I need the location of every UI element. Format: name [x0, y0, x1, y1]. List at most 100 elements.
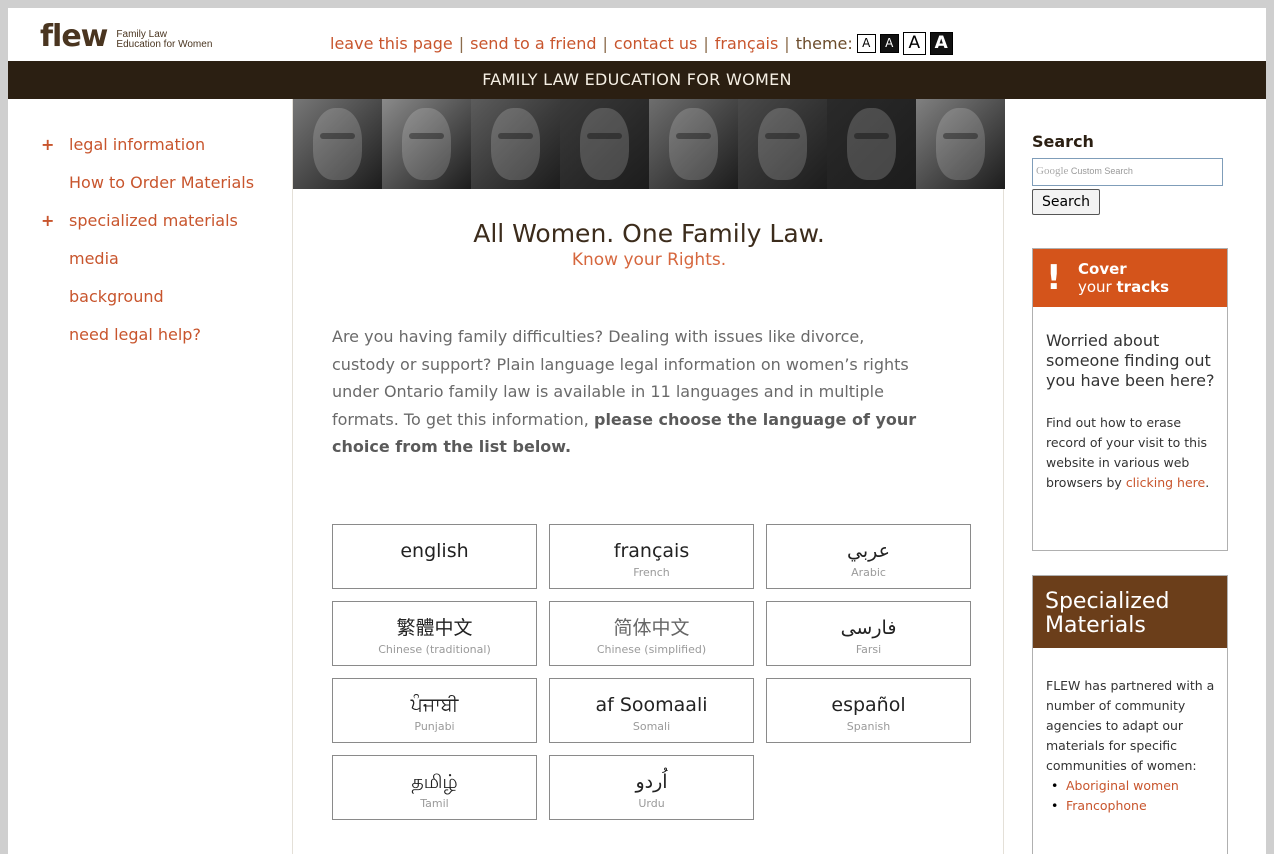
- separator: |: [458, 34, 465, 53]
- cover-tracks-subtitle: your tracks: [1078, 278, 1169, 296]
- separator: |: [602, 34, 608, 53]
- cover-tracks-title: Cover: [1078, 260, 1127, 278]
- language-english-name: Urdu: [638, 797, 665, 810]
- portrait-photo: [827, 99, 916, 189]
- language-english-name: Punjabi: [414, 720, 455, 733]
- theme-label: theme:: [795, 34, 853, 53]
- language-native-name: 繁體中文: [396, 617, 473, 639]
- hero-photo-strip: [293, 99, 1005, 189]
- language-option[interactable]: اُردو Urdu: [549, 755, 754, 820]
- language-option[interactable]: español Spanish: [766, 678, 971, 743]
- site-banner: FAMILY LAW EDUCATION FOR WOMEN: [8, 61, 1266, 99]
- nav-item-legal-information[interactable]: + legal information: [38, 132, 278, 158]
- language-option[interactable]: 简体中文 Chinese (simplified): [549, 601, 754, 666]
- tagline-title: All Women. One Family Law.: [473, 219, 825, 248]
- left-navigation: + legal information How to Order Materia…: [38, 132, 278, 360]
- nav-item-need-legal-help[interactable]: need legal help?: [38, 322, 278, 348]
- nav-item-how-to-order[interactable]: How to Order Materials: [38, 170, 278, 196]
- theme-small-dark-button[interactable]: A: [879, 34, 899, 53]
- cover-tracks-header: ! Cover your tracks: [1033, 249, 1227, 307]
- language-native-name: اُردو: [635, 771, 668, 793]
- language-english-name: Chinese (traditional): [378, 643, 491, 656]
- portrait-photo: [293, 99, 382, 189]
- tagline-subtitle: Know your Rights.: [571, 250, 727, 270]
- search-button[interactable]: Search: [1032, 189, 1100, 215]
- expand-plus-icon[interactable]: +: [41, 132, 54, 158]
- specialized-materials-list: Aboriginal women Francophone: [1046, 776, 1215, 816]
- language-english-name: Spanish: [846, 720, 891, 733]
- language-native-name: 简体中文: [613, 617, 690, 639]
- francais-link[interactable]: français: [715, 34, 779, 53]
- theme-small-light-button[interactable]: A: [856, 34, 876, 53]
- cover-tracks-desc-end: .: [1205, 475, 1210, 490]
- contact-us-link[interactable]: contact us: [614, 34, 697, 53]
- page: flew Family Law Education for Women leav…: [8, 8, 1266, 854]
- portrait-photo: [471, 99, 560, 189]
- language-native-name: فارسی: [840, 617, 897, 639]
- intro-paragraph: Are you having family difficulties? Deal…: [332, 323, 932, 461]
- top-navigation: leave this page | send to a friend | con…: [330, 32, 953, 55]
- theme-large-dark-button[interactable]: A: [929, 32, 953, 55]
- nav-item-label: specialized materials: [69, 211, 238, 230]
- specialized-materials-text: FLEW has partnered with a number of comm…: [1046, 678, 1215, 773]
- language-english-name: Tamil: [420, 797, 449, 810]
- clicking-here-link[interactable]: clicking here: [1126, 475, 1205, 490]
- cover-tracks-tracks: tracks: [1116, 278, 1170, 296]
- nav-item-media[interactable]: media: [38, 246, 278, 272]
- logo-word: flew: [40, 19, 108, 54]
- specialized-materials-title: Specialized Materials: [1033, 576, 1227, 648]
- search-input[interactable]: Google Custom Search: [1032, 158, 1223, 186]
- portrait-photo: [738, 99, 827, 189]
- search-placeholder: Custom Search: [1070, 166, 1133, 176]
- language-option[interactable]: af Soomaali Somali: [549, 678, 754, 743]
- language-native-name: español: [831, 694, 906, 716]
- language-english-name: Farsi: [855, 643, 882, 656]
- language-option[interactable]: français French: [549, 524, 754, 589]
- portrait-photo: [649, 99, 738, 189]
- main-content: All Women. One Family Law. Know your Rig…: [292, 99, 1005, 854]
- nav-item-label: background: [69, 287, 164, 306]
- language-option[interactable]: தமிழ் Tamil: [332, 755, 537, 820]
- flew-logo[interactable]: flew Family Law Education for Women: [40, 22, 212, 52]
- language-option[interactable]: فارسی Farsi: [766, 601, 971, 666]
- portrait-photo: [382, 99, 471, 189]
- language-native-name: af Soomaali: [595, 694, 708, 716]
- exclamation-icon: !: [1046, 258, 1062, 298]
- language-english-name: Chinese (simplified): [596, 643, 707, 656]
- nav-item-specialized-materials[interactable]: + specialized materials: [38, 208, 278, 234]
- language-native-name: english: [400, 540, 469, 562]
- nav-item-label: need legal help?: [69, 325, 201, 344]
- specialized-link-francophone[interactable]: Francophone: [1046, 796, 1215, 816]
- cover-your-tracks-box: ! Cover your tracks Worried about someon…: [1032, 248, 1228, 551]
- send-to-friend-link[interactable]: send to a friend: [470, 34, 596, 53]
- nav-item-background[interactable]: background: [38, 284, 278, 310]
- nav-item-label: legal information: [69, 135, 206, 154]
- logo-tagline-line2: Education for Women: [116, 39, 213, 50]
- logo-tagline: Family Law Education for Women: [116, 30, 212, 50]
- language-option[interactable]: 繁體中文 Chinese (traditional): [332, 601, 537, 666]
- nav-item-label: How to Order Materials: [69, 173, 255, 192]
- language-native-name: தமிழ்: [411, 771, 458, 793]
- theme-large-light-button[interactable]: A: [902, 32, 926, 55]
- expand-plus-icon[interactable]: +: [41, 208, 54, 234]
- specialized-materials-box: Specialized Materials FLEW has partnered…: [1032, 575, 1228, 854]
- search-title: Search: [1032, 132, 1094, 151]
- specialized-materials-body: FLEW has partnered with a number of comm…: [1033, 648, 1227, 816]
- right-sidebar: Search Google Custom Search Search ! Cov…: [1032, 132, 1228, 854]
- language-option[interactable]: english: [332, 524, 537, 589]
- leave-this-page-link[interactable]: leave this page: [330, 34, 453, 53]
- portrait-photo: [916, 99, 1005, 189]
- language-option[interactable]: ਪੰਜਾਬੀ Punjabi: [332, 678, 537, 743]
- separator: |: [784, 34, 790, 53]
- cover-tracks-question: Worried about someone finding out you ha…: [1046, 331, 1215, 390]
- cover-tracks-description: Find out how to erase record of your vis…: [1033, 391, 1227, 493]
- nav-item-label: media: [69, 249, 119, 268]
- language-native-name: français: [613, 540, 690, 562]
- language-english-name: French: [633, 566, 670, 579]
- language-native-name: ਪੰਜਾਬੀ: [410, 694, 459, 716]
- portrait-photo: [560, 99, 649, 189]
- specialized-link-aboriginal[interactable]: Aboriginal women: [1046, 776, 1215, 796]
- language-native-name: عربي: [847, 540, 890, 562]
- cover-tracks-your: your: [1078, 278, 1112, 296]
- language-option[interactable]: عربي Arabic: [766, 524, 971, 589]
